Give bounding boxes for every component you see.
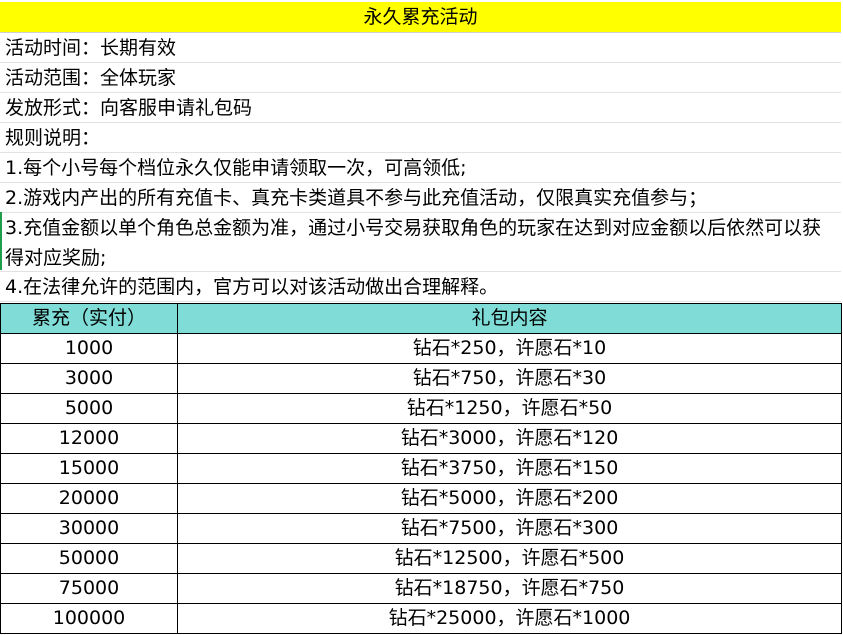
- info-activity-time: 活动时间：长期有效: [0, 33, 841, 63]
- table-row: 1000 钻石*250，许愿石*10: [0, 333, 842, 364]
- amount-cell: 3000: [0, 363, 178, 394]
- table-row: 5000 钻石*1250，许愿石*50: [0, 393, 842, 424]
- amount-cell: 1000: [0, 333, 178, 364]
- reward-cell: 钻石*5000，许愿石*200: [177, 483, 842, 514]
- amount-cell: 75000: [0, 573, 178, 604]
- header-gift-content: 礼包内容: [177, 303, 842, 334]
- info-activity-scope: 活动范围：全体玩家: [0, 63, 841, 93]
- reward-cell: 钻石*250，许愿石*10: [177, 333, 842, 364]
- info-distribution-method: 发放形式：向客服申请礼包码: [0, 93, 841, 123]
- info-rules-heading: 规则说明：: [0, 123, 841, 153]
- reward-cell: 钻石*7500，许愿石*300: [177, 513, 842, 544]
- reward-cell: 钻石*3000，许愿石*120: [177, 423, 842, 454]
- page-title: 永久累充活动: [0, 2, 841, 33]
- amount-cell: 50000: [0, 543, 178, 574]
- table-row: 75000 钻石*18750，许愿石*750: [0, 573, 842, 604]
- reward-cell: 钻石*25000，许愿石*1000: [177, 603, 842, 634]
- table-row: 100000 钻石*25000，许愿石*1000: [0, 603, 842, 634]
- reward-cell: 钻石*750，许愿石*30: [177, 363, 842, 394]
- amount-cell: 5000: [0, 393, 178, 424]
- reward-cell: 钻石*12500，许愿石*500: [177, 543, 842, 574]
- table-header-row: 累充（实付） 礼包内容: [0, 303, 842, 334]
- table-row: 12000 钻石*3000，许愿石*120: [0, 423, 842, 454]
- table-row: 3000 钻石*750，许愿石*30: [0, 363, 842, 394]
- amount-cell: 12000: [0, 423, 178, 454]
- table-row: 50000 钻石*12500，许愿石*500: [0, 543, 842, 574]
- table-row: 30000 钻石*7500，许愿石*300: [0, 513, 842, 544]
- table-row: 15000 钻石*3750，许愿石*150: [0, 453, 842, 484]
- cell-selection-marker: [0, 212, 2, 270]
- amount-cell: 20000: [0, 483, 178, 514]
- rule-4: 4.在法律允许的范围内，官方可以对该活动做出合理解释。: [0, 272, 841, 302]
- amount-cell: 100000: [0, 603, 178, 634]
- spreadsheet: 永久累充活动 活动时间：长期有效 活动范围：全体玩家 发放形式：向客服申请礼包码…: [0, 0, 843, 635]
- rule-1: 1.每个小号每个档位永久仅能申请领取一次，可高领低;: [0, 153, 841, 183]
- reward-cell: 钻石*3750，许愿石*150: [177, 453, 842, 484]
- reward-cell: 钻石*18750，许愿石*750: [177, 573, 842, 604]
- reward-table: 累充（实付） 礼包内容 1000 钻石*250，许愿石*10 3000 钻石*750…: [0, 303, 842, 634]
- amount-cell: 15000: [0, 453, 178, 484]
- header-recharge-amount: 累充（实付）: [0, 303, 178, 334]
- reward-cell: 钻石*1250，许愿石*50: [177, 393, 842, 424]
- amount-cell: 30000: [0, 513, 178, 544]
- table-row: 20000 钻石*5000，许愿石*200: [0, 483, 842, 514]
- rule-2: 2.游戏内产出的所有充值卡、真充卡类道具不参与此充值活动，仅限真实充值参与；: [0, 183, 841, 213]
- rule-3: 3.充值金额以单个角色总金额为准，通过小号交易获取角色的玩家在达到对应金额以后依…: [0, 213, 841, 272]
